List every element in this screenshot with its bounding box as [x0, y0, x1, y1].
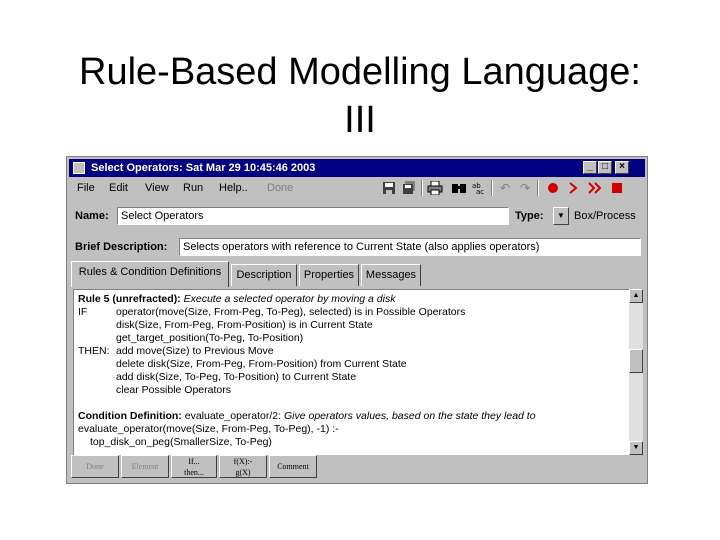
window-title: Select Operators: Sat Mar 29 10:45:46 20…	[91, 162, 316, 174]
tab-rules-and-condition-definitions[interactable]: Rules & Condition Definitions	[71, 261, 229, 287]
rule-line: get_target_position(To-Peg, To-Position)	[116, 332, 304, 344]
scroll-up-button[interactable]: ▲	[629, 289, 643, 303]
rule-line: operator(move(Size, From-Peg, To-Peg), s…	[116, 306, 466, 318]
brief-description-field[interactable]: Selects operators with reference to Curr…	[179, 238, 641, 256]
minimize-button[interactable]: _	[583, 161, 597, 174]
tab-properties[interactable]: Properties	[299, 264, 359, 286]
close-button[interactable]: ×	[615, 161, 629, 174]
toolbar-separator	[421, 180, 423, 196]
menu-view[interactable]: View	[145, 182, 169, 194]
brief-description-label: Brief Description:	[75, 241, 168, 253]
replace-icon[interactable]: ab ac	[469, 178, 489, 198]
tab-description[interactable]: Description	[231, 264, 297, 286]
condition-line: evaluate_operator(move(Size, From-Peg, T…	[78, 423, 339, 435]
type-label: Type:	[515, 210, 544, 222]
redo-icon[interactable]: ↷	[515, 178, 535, 198]
rule-line: add move(Size) to Previous Move	[116, 345, 274, 357]
run-icon[interactable]	[585, 178, 605, 198]
undo-icon[interactable]: ↶	[495, 178, 515, 198]
then-keyword: THEN:	[78, 345, 110, 357]
rule-line: add disk(Size, To-Peg, To-Position) to C…	[116, 371, 357, 383]
select-operators-window: Select Operators: Sat Mar 29 10:45:46 20…	[66, 156, 648, 484]
toolbar-separator	[491, 180, 493, 196]
menu-edit[interactable]: Edit	[109, 182, 128, 194]
condition-line: top_disk_on_peg(SmallerSize, To-Peg)	[90, 436, 272, 448]
save-all-icon[interactable]	[399, 178, 419, 198]
done-button[interactable]: Done	[71, 455, 119, 478]
scroll-down-button[interactable]: ▼	[629, 441, 643, 455]
rules-editor[interactable]: Rule 5 (unrefracted): Execute a selected…	[73, 289, 629, 455]
slide-title: Rule-Based Modelling Language: III	[0, 48, 720, 144]
element-button[interactable]: Element	[121, 455, 169, 478]
rule-line: delete disk(Size, From-Peg, From-Positio…	[116, 358, 407, 370]
menu-run[interactable]: Run	[183, 182, 203, 194]
rule-line: disk(Size, From-Peg, From-Position) is i…	[116, 319, 373, 331]
maximize-button[interactable]: □	[598, 161, 612, 174]
menu-file[interactable]: File	[77, 182, 95, 194]
tab-messages[interactable]: Messages	[361, 264, 421, 286]
function-definition-button[interactable]: f(X):- g(X)	[219, 455, 267, 478]
app-icon	[73, 162, 85, 174]
if-then-button[interactable]: If... then...	[171, 455, 217, 478]
menu-help[interactable]: Help..	[219, 182, 248, 194]
comment-button[interactable]: Comment	[269, 455, 317, 478]
scroll-thumb[interactable]	[629, 349, 643, 373]
find-icon[interactable]	[449, 178, 469, 198]
vertical-scrollbar[interactable]: ▲ ▼	[629, 289, 643, 455]
svg-text:ac: ac	[476, 188, 484, 195]
if-keyword: IF	[78, 306, 88, 318]
slide-title-line-2: III	[344, 99, 376, 141]
rule-line: clear Possible Operators	[116, 384, 231, 396]
name-label: Name:	[75, 210, 109, 222]
stop-icon[interactable]	[607, 178, 627, 198]
type-value: Box/Process	[574, 210, 636, 222]
type-dropdown-button[interactable]: ▼	[553, 207, 569, 225]
toolbar-separator	[537, 180, 539, 196]
name-field[interactable]: Select Operators	[117, 207, 509, 225]
print-icon[interactable]	[425, 178, 445, 198]
step-icon[interactable]	[563, 178, 583, 198]
rule-heading: Rule 5 (unrefracted): Execute a selected…	[78, 293, 396, 305]
save-icon[interactable]	[379, 178, 399, 198]
record-icon[interactable]	[543, 178, 563, 198]
menu-done[interactable]: Done	[267, 182, 293, 194]
slide-title-line-1: Rule-Based Modelling Language:	[79, 51, 641, 93]
window-titlebar[interactable]: Select Operators: Sat Mar 29 10:45:46 20…	[69, 159, 645, 177]
condition-heading: Condition Definition: evaluate_operator/…	[78, 410, 536, 422]
